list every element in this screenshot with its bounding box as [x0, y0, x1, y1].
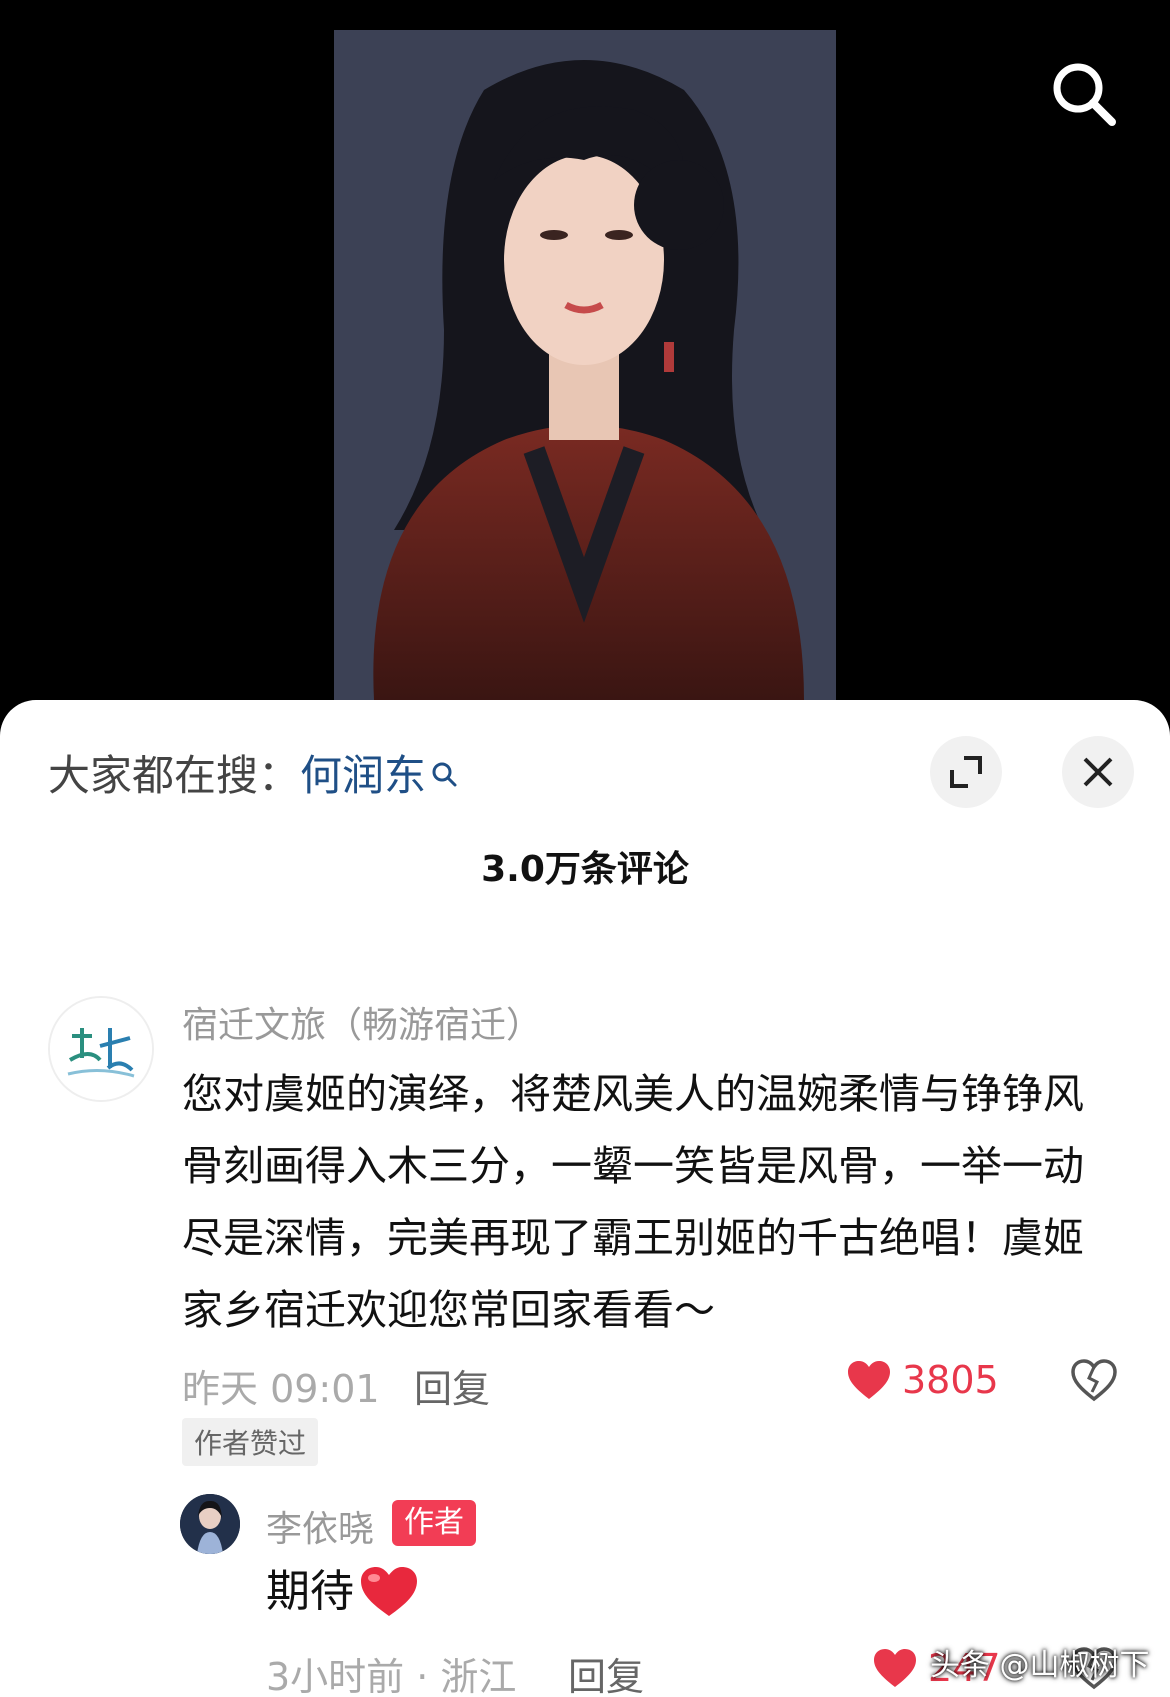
dislike-button[interactable] [1070, 1358, 1118, 1406]
trending-term-link[interactable]: 何润东 [300, 751, 426, 800]
comment-count: 3.0万条评论 [481, 849, 689, 890]
video-area[interactable] [0, 0, 1170, 720]
heart-emoji-icon [361, 1567, 417, 1616]
trending-search-icon[interactable] [430, 748, 458, 804]
broken-heart-icon [1071, 1359, 1117, 1402]
username[interactable]: 李依晓 [266, 1500, 374, 1552]
video-frame[interactable] [334, 30, 836, 700]
comment-time: 昨天 09:01 [182, 1367, 380, 1411]
avatar[interactable] [180, 1494, 240, 1554]
heart-icon [874, 1649, 916, 1687]
reply-button[interactable]: 回复 [568, 1646, 644, 1697]
comment-text-content: 期待 [266, 1566, 354, 1617]
video-thumbnail-image [334, 30, 836, 700]
author-liked-badge: 作者赞过 [182, 1418, 319, 1466]
reply-button[interactable]: 回复 [414, 1358, 490, 1413]
expand-icon [950, 756, 982, 788]
like-button[interactable]: 3805 [846, 1358, 999, 1402]
trending-search-bar[interactable]: 大家都在搜：何润东 [48, 748, 458, 804]
comment-time: 3小时前 · 浙江 [266, 1655, 517, 1697]
search-icon[interactable] [1048, 58, 1118, 128]
close-button[interactable] [1062, 736, 1134, 808]
close-icon [1083, 757, 1113, 787]
comments-sheet: 大家都在搜：何润东 3.0万条评论 宿迁文旅（畅游宿迁） 您对虞姬的演绎，将楚风… [0, 700, 1170, 1697]
expand-button[interactable] [930, 736, 1002, 808]
watermark: 头条 @山椒树下 [930, 1648, 1150, 1683]
logo-avatar-image [50, 998, 152, 1100]
avatar[interactable] [48, 996, 154, 1102]
comment-text: 您对虞姬的演绎，将楚风美人的温婉柔情与铮铮风骨刻画得入木三分，一颦一笑皆是风骨，… [182, 1070, 1084, 1334]
trending-prefix: 大家都在搜： [48, 751, 301, 800]
heart-icon [848, 1361, 890, 1399]
like-count: 3805 [902, 1358, 999, 1402]
username[interactable]: 宿迁文旅（畅游宿迁） [182, 996, 542, 1048]
user-avatar-image [180, 1494, 240, 1554]
comment-text: 期待 [266, 1562, 420, 1622]
author-badge: 作者 [392, 1500, 476, 1546]
